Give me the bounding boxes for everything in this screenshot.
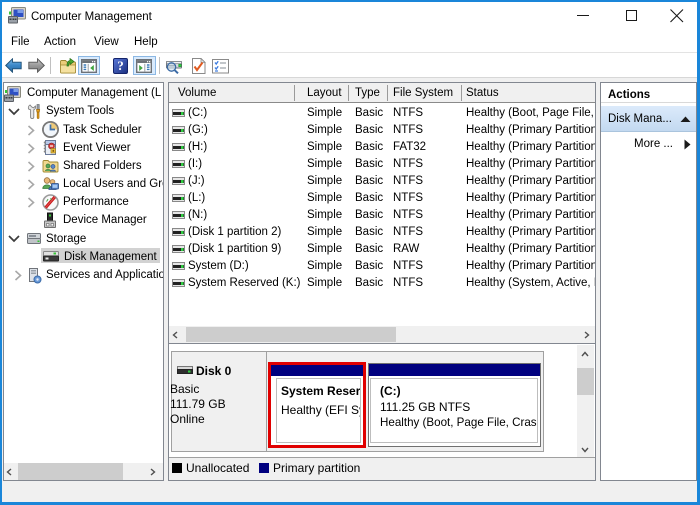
svg-text:?: ?	[117, 58, 124, 73]
